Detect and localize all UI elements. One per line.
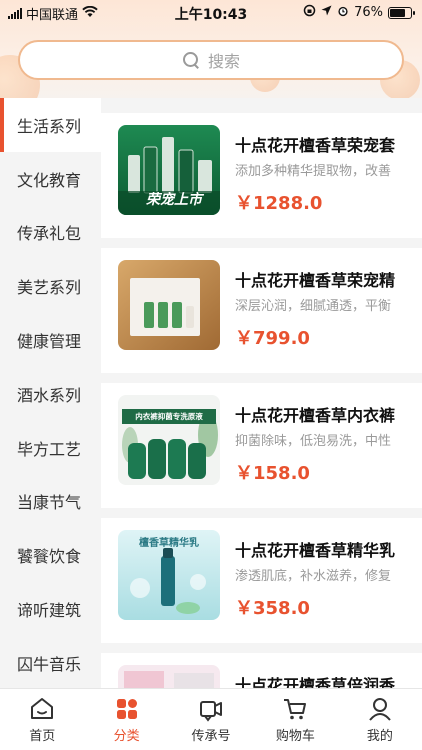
header: 中国联通 上午10:43 76% 搜索 bbox=[0, 0, 422, 98]
sidebar-item-architecture[interactable]: 谛听建筑 bbox=[0, 582, 101, 636]
home-icon bbox=[31, 698, 54, 719]
product-card[interactable]: 荣宠上市 十点花开檀香草荣宠套 添加多种精华提取物，改善 ￥1288.0 bbox=[101, 113, 422, 238]
product-desc: 添加多种精华提取物，改善 bbox=[235, 164, 392, 179]
search-placeholder: 搜索 bbox=[207, 52, 240, 71]
bottom-tabbar: 首页 分类 传承号 购物车 我的 bbox=[0, 688, 422, 750]
battery-percent: 76% bbox=[354, 5, 383, 20]
product-title: 十点花开檀香草精华乳 bbox=[235, 541, 396, 560]
product-desc: 渗透肌底，补水滋养，修复 bbox=[235, 569, 392, 584]
sidebar-item-solar-terms[interactable]: 当康节气 bbox=[0, 475, 101, 529]
product-card[interactable]: 檀香草精华乳 十点花开檀香草精华乳 渗透肌底，补水滋养，修复 ￥358.0 bbox=[101, 518, 422, 643]
product-price: ￥158.0 bbox=[235, 463, 310, 484]
tab-category[interactable]: 分类 bbox=[84, 689, 168, 750]
user-icon bbox=[369, 698, 391, 721]
sidebar-item-craft[interactable]: 毕方工艺 bbox=[0, 421, 101, 475]
product-card[interactable]: 内衣裤抑菌专洗原液 十点花开檀香草内衣裤 抑菌除味，低泡易洗，中性 ￥158.0 bbox=[101, 383, 422, 508]
location-icon bbox=[321, 5, 332, 20]
product-title: 十点花开檀香草荣宠精 bbox=[235, 271, 396, 290]
image-caption: 荣宠上市 bbox=[146, 192, 202, 208]
product-list: 荣宠上市 十点花开檀香草荣宠套 添加多种精华提取物，改善 ￥1288.0 十点花… bbox=[101, 98, 422, 688]
category-icon bbox=[116, 699, 137, 719]
sidebar-item-art[interactable]: 美艺系列 bbox=[0, 259, 101, 313]
sidebar-item-drinks[interactable]: 酒水系列 bbox=[0, 367, 101, 421]
product-image: 荣宠上市 bbox=[118, 125, 220, 215]
product-image bbox=[118, 665, 220, 688]
tab-inheritance[interactable]: 传承号 bbox=[169, 689, 253, 750]
product-title: 十点花开檀香草荣宠套 bbox=[235, 136, 396, 155]
category-sidebar: 生活系列 文化教育 传承礼包 美艺系列 健康管理 酒水系列 毕方工艺 当康节气 … bbox=[0, 98, 101, 688]
image-caption: 内衣裤抑菌专洗原液 bbox=[122, 409, 216, 424]
sidebar-item-food[interactable]: 饕餮饮食 bbox=[0, 528, 101, 582]
product-desc: 抑菌除味，低泡易洗，中性 bbox=[235, 434, 392, 449]
sidebar-item-health[interactable]: 健康管理 bbox=[0, 313, 101, 367]
video-icon bbox=[200, 701, 223, 722]
product-title: 十点花开檀香草内衣裤 bbox=[235, 406, 396, 425]
rotation-lock-icon bbox=[303, 4, 316, 21]
product-price: ￥358.0 bbox=[235, 598, 310, 619]
sidebar-item-music[interactable]: 囚牛音乐 bbox=[0, 636, 101, 690]
product-image: 檀香草精华乳 bbox=[118, 530, 220, 620]
search-bar[interactable]: 搜索 bbox=[18, 40, 404, 80]
status-bar: 中国联通 上午10:43 76% bbox=[0, 0, 422, 26]
sidebar-item-life[interactable]: 生活系列 bbox=[0, 98, 101, 152]
product-desc: 深层沁润，细腻通透，平衡 bbox=[235, 299, 392, 314]
alarm-icon bbox=[337, 5, 349, 21]
cart-icon bbox=[284, 699, 307, 720]
sidebar-item-gift[interactable]: 传承礼包 bbox=[0, 206, 101, 260]
battery-icon bbox=[388, 6, 415, 19]
tab-home[interactable]: 首页 bbox=[0, 689, 84, 750]
tab-me[interactable]: 我的 bbox=[338, 689, 422, 750]
search-icon bbox=[182, 51, 200, 69]
image-caption: 檀香草精华乳 bbox=[139, 538, 199, 549]
product-image: 内衣裤抑菌专洗原液 bbox=[118, 395, 220, 485]
product-price: ￥799.0 bbox=[235, 328, 310, 349]
product-card[interactable]: 十点花开檀香草荣宠精 深层沁润，细腻通透，平衡 ￥799.0 bbox=[101, 248, 422, 373]
product-title: 十点花开檀香草倍润香 bbox=[235, 676, 396, 688]
product-price: ￥1288.0 bbox=[235, 193, 323, 214]
sidebar-item-culture[interactable]: 文化教育 bbox=[0, 152, 101, 206]
tab-cart[interactable]: 购物车 bbox=[253, 689, 337, 750]
product-card[interactable]: 十点花开檀香草倍润香 bbox=[101, 653, 422, 688]
product-image bbox=[118, 260, 220, 350]
